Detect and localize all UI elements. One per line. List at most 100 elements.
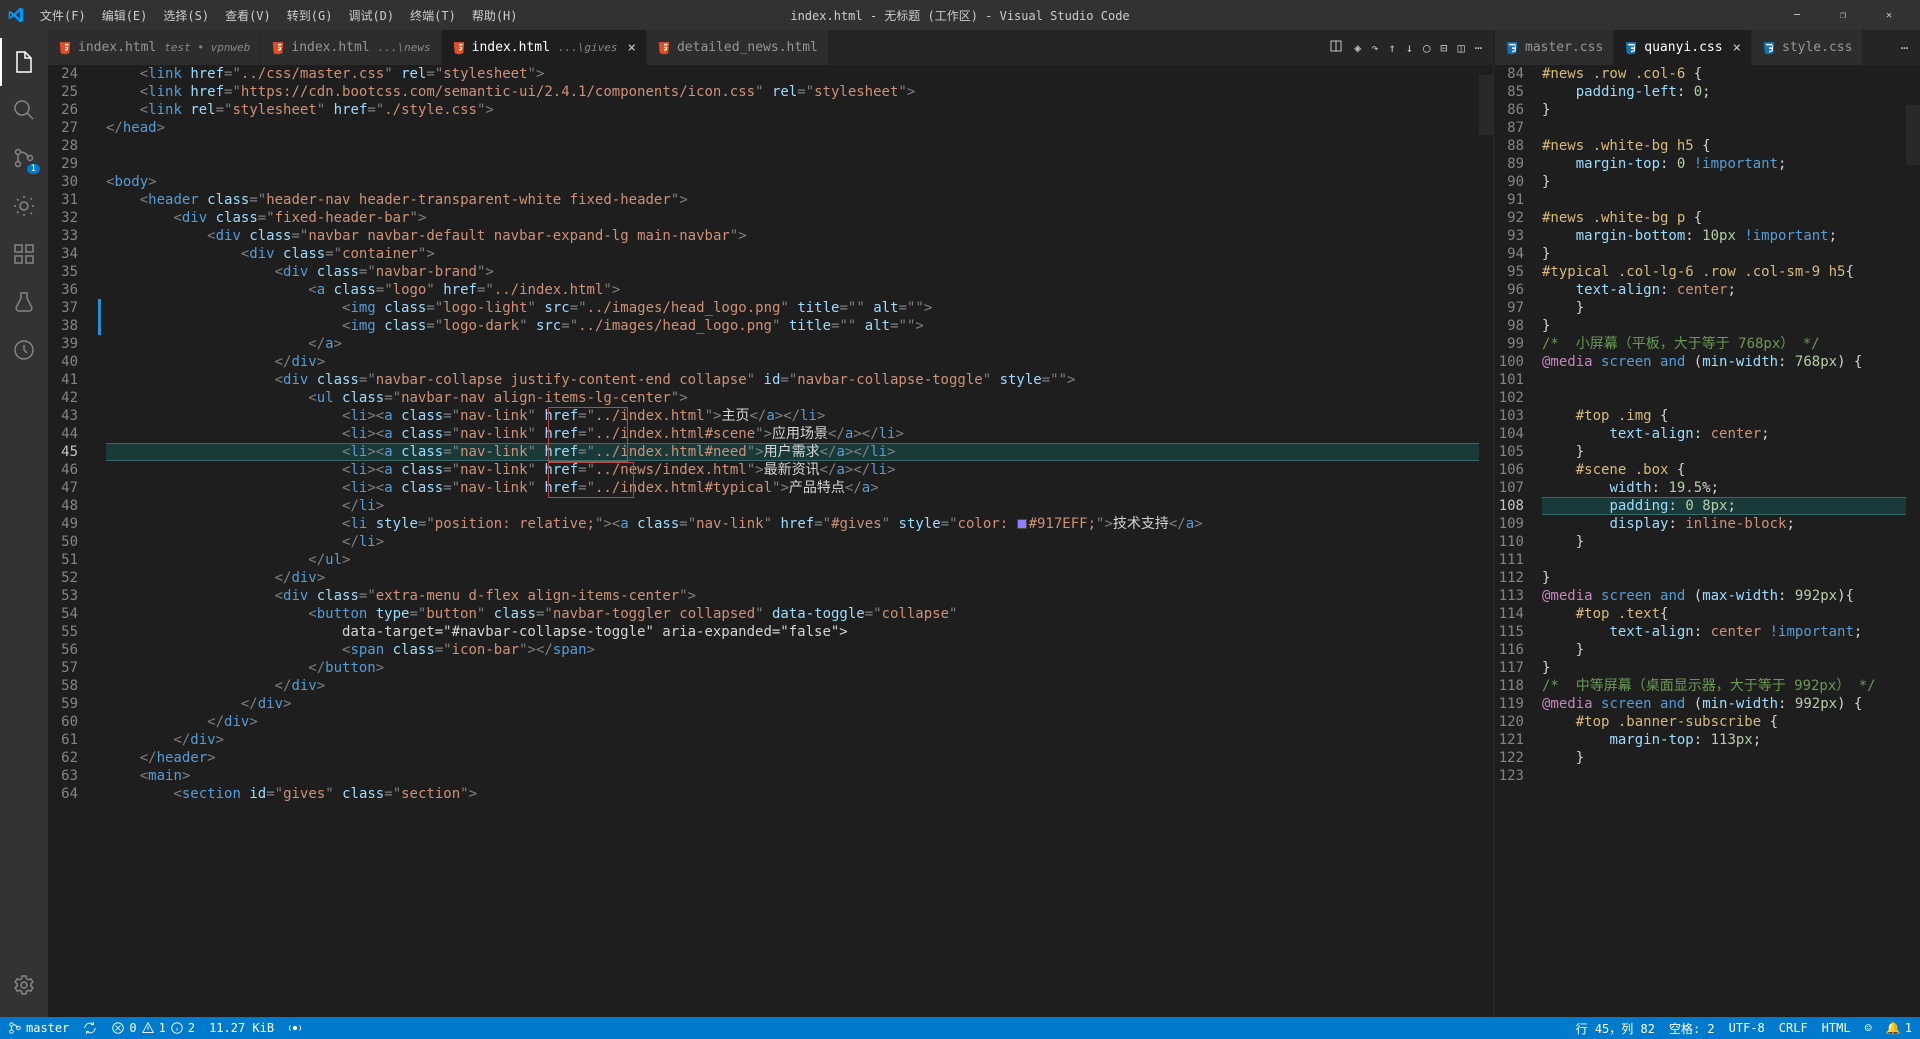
code-line[interactable] (1542, 371, 1906, 389)
code-line[interactable]: <a class="logo" href="../index.html"> (106, 281, 1479, 299)
code-line[interactable]: <body> (106, 173, 1479, 191)
code-line[interactable]: <header class="header-nav header-transpa… (106, 191, 1479, 209)
code-line[interactable]: #news .white-bg h5 { (1542, 137, 1906, 155)
code-line[interactable]: <div class="navbar navbar-default navbar… (106, 227, 1479, 245)
code-line[interactable] (1542, 767, 1906, 785)
code-line[interactable]: </div> (106, 695, 1479, 713)
settings-icon[interactable] (0, 961, 48, 1009)
code-line[interactable]: margin-top: 113px; (1542, 731, 1906, 749)
menu-edit[interactable]: 编辑(E) (94, 7, 156, 24)
code-line[interactable]: } (1542, 299, 1906, 317)
explorer-icon[interactable] (0, 38, 48, 86)
menu-bar[interactable]: 文件(F) 编辑(E) 选择(S) 查看(V) 转到(G) 调试(D) 终端(T… (32, 7, 526, 24)
editor-tab[interactable]: detailed_news.html (647, 30, 829, 65)
status-problems[interactable]: 0 1 2 (111, 1021, 195, 1035)
code-line[interactable]: padding-left: 0; (1542, 83, 1906, 101)
code-line[interactable]: #top .banner-subscribe { (1542, 713, 1906, 731)
close-icon[interactable]: × (628, 40, 636, 56)
editor-tab[interactable]: master.css (1495, 30, 1614, 65)
code-line[interactable]: <li><a class="nav-link" href="../news/in… (106, 461, 1479, 479)
code-line[interactable]: margin-bottom: 10px !important; (1542, 227, 1906, 245)
code-line[interactable]: /* 中等屏幕（桌面显示器，大于等于 992px） */ (1542, 677, 1906, 695)
code-line[interactable]: #scene .box { (1542, 461, 1906, 479)
go-back-icon[interactable]: ◈ (1354, 41, 1361, 55)
code-line[interactable]: #top .text{ (1542, 605, 1906, 623)
code-line[interactable]: <div class="fixed-header-bar"> (106, 209, 1479, 227)
menu-go[interactable]: 转到(G) (279, 7, 341, 24)
code-line[interactable]: <main> (106, 767, 1479, 785)
code-line[interactable]: <img class="logo-dark" src="../images/he… (106, 317, 1479, 335)
source-control-icon[interactable]: 1 (0, 134, 48, 182)
status-live[interactable] (288, 1021, 302, 1035)
code-line[interactable]: <li><a class="nav-link" href="../index.h… (106, 425, 1479, 443)
code-line[interactable]: <img class="logo-light" src="../images/h… (106, 299, 1479, 317)
status-bell[interactable]: 🔔1 (1886, 1021, 1912, 1035)
next-change-icon[interactable]: ↓ (1406, 41, 1413, 55)
code-line[interactable]: <li><a class="nav-link" href="../index.h… (106, 479, 1479, 497)
code-line[interactable]: <div class="container"> (106, 245, 1479, 263)
minimize-button[interactable]: ─ (1774, 10, 1820, 21)
code-line[interactable]: </ul> (106, 551, 1479, 569)
code-line[interactable]: data-target="#navbar-collapse-toggle" ar… (106, 623, 1479, 641)
code-line[interactable]: <div class="navbar-collapse justify-cont… (106, 371, 1479, 389)
code-line[interactable]: <span class="icon-bar"></span> (106, 641, 1479, 659)
code-line[interactable]: </a> (106, 335, 1479, 353)
code-line[interactable]: @media screen and (min-width: 768px) { (1542, 353, 1906, 371)
code-line[interactable]: <div class="extra-menu d-flex align-item… (106, 587, 1479, 605)
code-line[interactable]: <link rel="stylesheet" href="./style.css… (106, 101, 1479, 119)
code-line[interactable] (106, 137, 1479, 155)
code-line[interactable]: <li><a class="nav-link" href="../index.h… (106, 407, 1479, 425)
code-line[interactable]: /* 小屏幕（平板，大于等于 768px） */ (1542, 335, 1906, 353)
timeline-icon[interactable] (0, 326, 48, 374)
status-encoding[interactable]: UTF-8 (1729, 1021, 1765, 1035)
code-line[interactable]: <section id="gives" class="section"> (106, 785, 1479, 803)
code-line[interactable]: } (1542, 443, 1906, 461)
debug-icon[interactable] (0, 182, 48, 230)
editor-tab[interactable]: style.css (1752, 30, 1863, 65)
code-line[interactable]: <button type="button" class="navbar-togg… (106, 605, 1479, 623)
code-line[interactable]: } (1542, 533, 1906, 551)
compare-icon[interactable] (1328, 38, 1344, 57)
split-editor-icon[interactable]: ◫ (1458, 41, 1465, 55)
code-line[interactable]: } (1542, 317, 1906, 335)
editor-tab[interactable]: index.html...\gives× (442, 30, 647, 65)
code-line[interactable]: } (1542, 749, 1906, 767)
circle-icon[interactable]: ◯ (1423, 41, 1430, 55)
code-line[interactable]: padding: 0 8px; (1542, 497, 1906, 515)
code-line[interactable]: </head> (106, 119, 1479, 137)
close-icon[interactable]: × (1733, 40, 1741, 56)
code-line[interactable]: <link href="../css/master.css" rel="styl… (106, 65, 1479, 83)
code-line[interactable]: </div> (106, 731, 1479, 749)
menu-view[interactable]: 查看(V) (217, 7, 279, 24)
status-branch[interactable]: master (8, 1021, 69, 1035)
code-line[interactable]: <li><a class="nav-link" href="../index.h… (106, 443, 1479, 461)
code-line[interactable]: display: inline-block; (1542, 515, 1906, 533)
status-feedback[interactable]: ☺ (1865, 1021, 1872, 1035)
code-line[interactable] (1542, 191, 1906, 209)
prev-change-icon[interactable]: ↑ (1389, 41, 1396, 55)
code-line[interactable]: </div> (106, 353, 1479, 371)
code-line[interactable]: #top .img { (1542, 407, 1906, 425)
code-line[interactable]: </li> (106, 533, 1479, 551)
code-line[interactable]: } (1542, 245, 1906, 263)
code-line[interactable]: text-align: center !important; (1542, 623, 1906, 641)
close-window-button[interactable]: ✕ (1866, 10, 1912, 21)
menu-help[interactable]: 帮助(H) (464, 7, 526, 24)
code-line[interactable]: <link href="https://cdn.bootcss.com/sema… (106, 83, 1479, 101)
code-line[interactable]: #news .white-bg p { (1542, 209, 1906, 227)
code-line[interactable]: } (1542, 641, 1906, 659)
editor-tab[interactable]: quanyi.css× (1614, 30, 1752, 65)
code-line[interactable]: @media screen and (max-width: 992px){ (1542, 587, 1906, 605)
code-line[interactable] (106, 155, 1479, 173)
code-line[interactable]: width: 19.5%; (1542, 479, 1906, 497)
status-lncol[interactable]: 行 45，列 82 (1576, 1020, 1655, 1037)
code-line[interactable]: <div class="navbar-brand"> (106, 263, 1479, 281)
status-sync[interactable] (83, 1021, 97, 1035)
code-line[interactable]: margin-top: 0 !important; (1542, 155, 1906, 173)
code-line[interactable]: </header> (106, 749, 1479, 767)
code-line[interactable]: } (1542, 101, 1906, 119)
minimap[interactable] (1906, 65, 1920, 1017)
editor-tab[interactable]: index.htmltest • vpnweb (48, 30, 261, 65)
maximize-button[interactable]: ❐ (1820, 10, 1866, 21)
menu-terminal[interactable]: 终端(T) (402, 7, 464, 24)
